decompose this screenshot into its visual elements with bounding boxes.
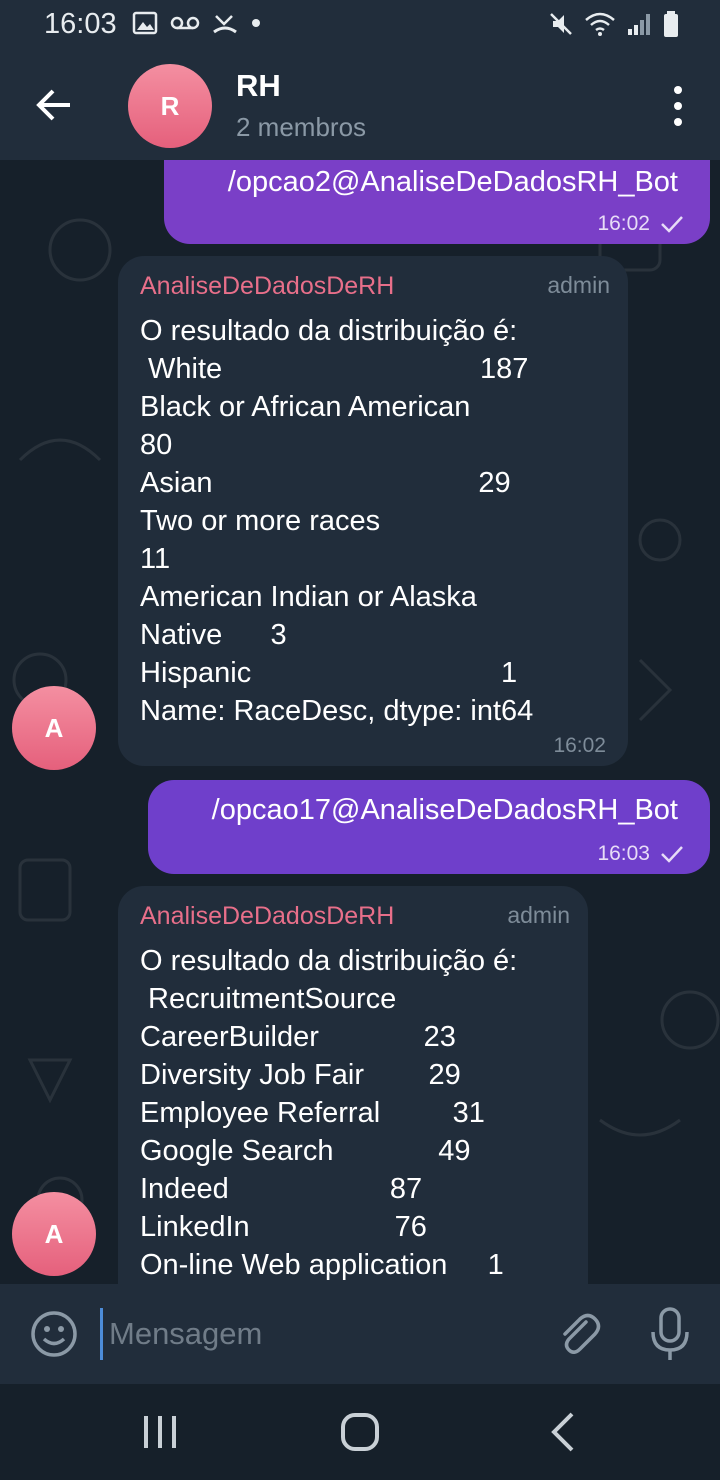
status-bar: 16:03 — [0, 0, 720, 50]
message-line: LinkedIn 76 — [140, 1211, 427, 1243]
status-notification-icons — [132, 10, 262, 36]
message-time: 16:02 — [553, 734, 606, 757]
message-line: Black or African American — [140, 391, 471, 423]
message-line: White 187 — [140, 353, 529, 385]
message-line: 11 — [140, 543, 171, 575]
back-nav-icon[interactable] — [544, 1410, 584, 1454]
chat-header: R RH 2 membros — [0, 50, 720, 160]
mute-icon — [550, 13, 572, 35]
admin-badge: admin — [507, 902, 570, 928]
message-line: Native 3 — [140, 619, 287, 651]
message-time: 16:02 — [597, 212, 650, 235]
voicemail-icon — [170, 16, 200, 30]
incoming-message[interactable]: AnaliseDeDadosDeRH admin O resultado da … — [118, 886, 588, 1284]
sender-avatar[interactable]: A — [12, 1192, 96, 1276]
home-icon[interactable] — [338, 1410, 382, 1454]
attach-icon[interactable] — [552, 1308, 604, 1360]
chat-area[interactable]: /opcao2@AnaliseDeDadosRH_Bot 16:02 Anali… — [0, 160, 720, 1284]
sent-check-icon — [661, 846, 683, 863]
message-line: RecruitmentSource — [140, 983, 397, 1015]
microphone-icon[interactable] — [648, 1306, 692, 1362]
message-line: O resultado da distribuição é: — [140, 945, 518, 977]
chat-title[interactable]: RH — [236, 68, 281, 104]
message-line: Google Search 49 — [140, 1135, 471, 1167]
message-meta: 16:03 — [597, 842, 684, 866]
more-options-icon[interactable] — [666, 84, 690, 128]
outgoing-message[interactable]: /opcao17@AnaliseDeDadosRH_Bot 16:03 — [148, 780, 710, 874]
message-line: Two or more races — [140, 505, 381, 537]
dot-icon — [252, 19, 260, 27]
message-line: Hispanic 1 — [140, 657, 518, 689]
message-text: /opcao17@AnaliseDeDadosRH_Bot — [211, 794, 678, 826]
back-arrow-icon[interactable] — [30, 80, 80, 130]
status-system-icons — [548, 10, 680, 38]
message-line: Diversity Job Fair 29 — [140, 1059, 461, 1091]
recent-apps-icon[interactable] — [138, 1412, 182, 1452]
message-body: O resultado da distribuição é: White 187… — [140, 312, 533, 730]
message-line: Indeed 87 — [140, 1173, 423, 1205]
member-count: 2 membros — [236, 112, 367, 142]
message-line: American Indian or Alaska — [140, 581, 477, 613]
sender-avatar[interactable]: A — [12, 686, 96, 770]
sent-check-icon — [661, 216, 683, 233]
sender-name[interactable]: AnaliseDeDadosDeRH — [140, 902, 394, 931]
wifi-icon — [585, 12, 615, 36]
message-time: 16:03 — [597, 842, 650, 865]
sender-avatar-letter: A — [44, 712, 64, 743]
message-meta: 16:02 — [597, 212, 684, 236]
group-avatar[interactable]: R — [128, 64, 212, 148]
system-navigation-bar — [0, 1384, 720, 1480]
image-icon — [132, 11, 158, 35]
message-input[interactable] — [100, 1308, 529, 1360]
admin-badge: admin — [547, 272, 610, 298]
outgoing-message[interactable]: /opcao2@AnaliseDeDadosRH_Bot 16:02 — [164, 160, 710, 244]
group-avatar-letter: R — [160, 90, 180, 121]
status-time: 16:03 — [44, 8, 117, 40]
incoming-message[interactable]: AnaliseDeDadosDeRH admin O resultado da … — [118, 256, 628, 766]
message-line: Asian 29 — [140, 467, 511, 499]
missed-call-icon — [213, 15, 237, 34]
emoji-icon[interactable] — [28, 1308, 80, 1360]
sender-name[interactable]: AnaliseDeDadosDeRH — [140, 272, 394, 301]
signal-icon — [628, 14, 650, 35]
message-line: Name: RaceDesc, dtype: int64 — [140, 695, 534, 727]
message-line: On-line Web application 1 — [140, 1249, 504, 1281]
battery-icon — [664, 11, 678, 37]
sender-avatar-letter: A — [44, 1218, 64, 1249]
message-line: 80 — [140, 429, 173, 461]
message-composer — [0, 1284, 720, 1384]
message-body: O resultado da distribuição é: Recruitme… — [140, 942, 517, 1284]
message-line: O resultado da distribuição é: — [140, 315, 518, 347]
message-text: /opcao2@AnaliseDeDadosRH_Bot — [227, 166, 678, 198]
message-line: CareerBuilder 23 — [140, 1021, 456, 1053]
message-line: Employee Referral 31 — [140, 1097, 485, 1129]
